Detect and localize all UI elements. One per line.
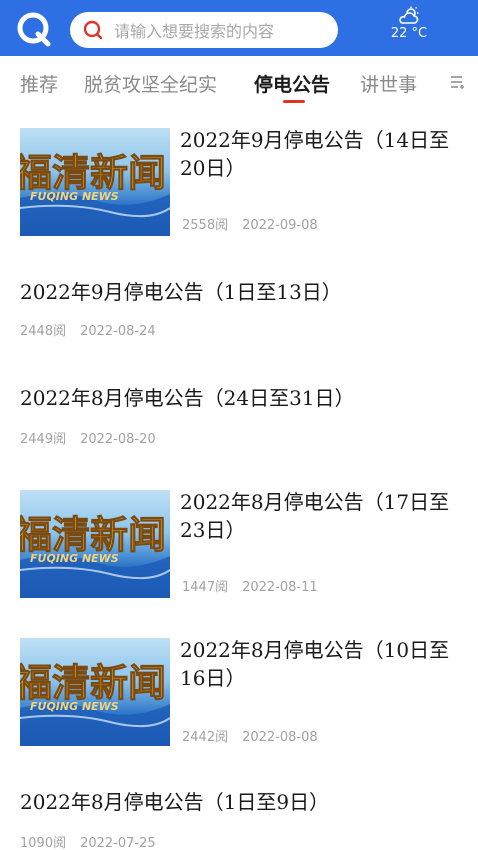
news-date: 2022-09-08: [242, 218, 318, 233]
news-views: 1447阅: [182, 580, 229, 595]
category-tabs: 推荐 脱贫攻坚全纪实 停电公告 讲世事: [0, 56, 478, 108]
app-header: 请输入想要搜索的内容 22 °C: [0, 0, 478, 56]
news-title[interactable]: 2022年8月停电公告（10日至16日）: [180, 636, 462, 692]
news-meta: 2449阅 2022-08-20: [20, 428, 156, 447]
news-date: 2022-08-24: [80, 324, 156, 339]
news-meta: 1447阅 2022-08-11: [182, 576, 318, 595]
news-title[interactable]: 2022年8月停电公告（1日至9日）: [20, 788, 460, 816]
news-date: 2022-08-11: [242, 580, 318, 595]
news-title[interactable]: 2022年9月停电公告（1日至13日）: [20, 278, 460, 306]
tab-jiangshishi[interactable]: 讲世事: [360, 70, 417, 97]
thumb-title: 福清新闻: [20, 660, 166, 705]
thumb-subtitle: FUQING NEWS: [30, 552, 119, 565]
app-logo-icon[interactable]: [14, 9, 54, 49]
active-tab-indicator: [283, 100, 305, 103]
fuqing-news-logo-image: 福清新闻 FUQING NEWS: [20, 150, 170, 236]
news-thumbnail: 福清新闻 FUQING NEWS: [20, 638, 170, 746]
news-date: 2022-08-08: [242, 730, 318, 745]
tab-recommend[interactable]: 推荐: [20, 70, 58, 97]
news-views: 1090阅: [20, 836, 67, 850]
news-views: 2449阅: [20, 432, 67, 447]
news-title[interactable]: 2022年8月停电公告（24日至31日）: [20, 384, 460, 412]
tab-poverty-alleviation[interactable]: 脱贫攻坚全纪实: [84, 70, 217, 97]
thumb-title: 福清新闻: [20, 512, 166, 557]
news-item[interactable]: 2022年9月停电公告（1日至13日） 2448阅 2022-08-24: [0, 268, 478, 348]
news-thumbnail: 福清新闻 FUQING NEWS: [20, 490, 170, 598]
fuqing-news-logo-image: 福清新闻 FUQING NEWS: [20, 660, 170, 746]
news-thumbnail: 福清新闻 FUQING NEWS: [20, 128, 170, 236]
news-meta: 2558阅 2022-09-08: [182, 214, 318, 233]
weather-temperature: 22 °C: [390, 26, 428, 41]
news-item[interactable]: 福清新闻 FUQING NEWS 2022年8月停电公告（10日至16日） 24…: [0, 630, 478, 760]
news-views: 2558阅: [182, 218, 229, 233]
news-meta: 2442阅 2022-08-08: [182, 726, 318, 745]
news-item[interactable]: 福清新闻 FUQING NEWS 2022年8月停电公告（17日至23日） 14…: [0, 480, 478, 610]
news-item[interactable]: 2022年8月停电公告（24日至31日） 2449阅 2022-08-20: [0, 374, 478, 454]
partly-cloudy-icon: [399, 6, 419, 24]
thumb-title: 福清新闻: [20, 150, 166, 195]
news-views: 2448阅: [20, 324, 67, 339]
search-bar[interactable]: 请输入想要搜索的内容: [70, 12, 338, 48]
news-item[interactable]: 福清新闻 FUQING NEWS 2022年9月停电公告（14日至20日） 25…: [0, 118, 478, 248]
tab-power-outage[interactable]: 停电公告: [254, 70, 330, 97]
thumb-subtitle: FUQING NEWS: [30, 700, 119, 713]
news-meta: 1090阅 2022-07-25: [20, 832, 156, 850]
fuqing-news-logo-image: 福清新闻 FUQING NEWS: [20, 512, 170, 598]
news-meta: 2448阅 2022-08-24: [20, 320, 156, 339]
news-title[interactable]: 2022年9月停电公告（14日至20日）: [180, 126, 462, 182]
thumb-subtitle: FUQING NEWS: [30, 190, 119, 203]
news-title[interactable]: 2022年8月停电公告（17日至23日）: [180, 488, 462, 544]
weather-widget[interactable]: 22 °C: [380, 6, 438, 50]
news-item[interactable]: 2022年8月停电公告（1日至9日） 1090阅 2022-07-25: [0, 778, 478, 850]
news-date: 2022-08-20: [80, 432, 156, 447]
news-views: 2442阅: [182, 730, 229, 745]
news-date: 2022-07-25: [80, 836, 156, 850]
search-placeholder: 请输入想要搜索的内容: [114, 22, 275, 41]
search-icon: [83, 20, 103, 40]
tab-menu-icon[interactable]: [450, 74, 466, 90]
